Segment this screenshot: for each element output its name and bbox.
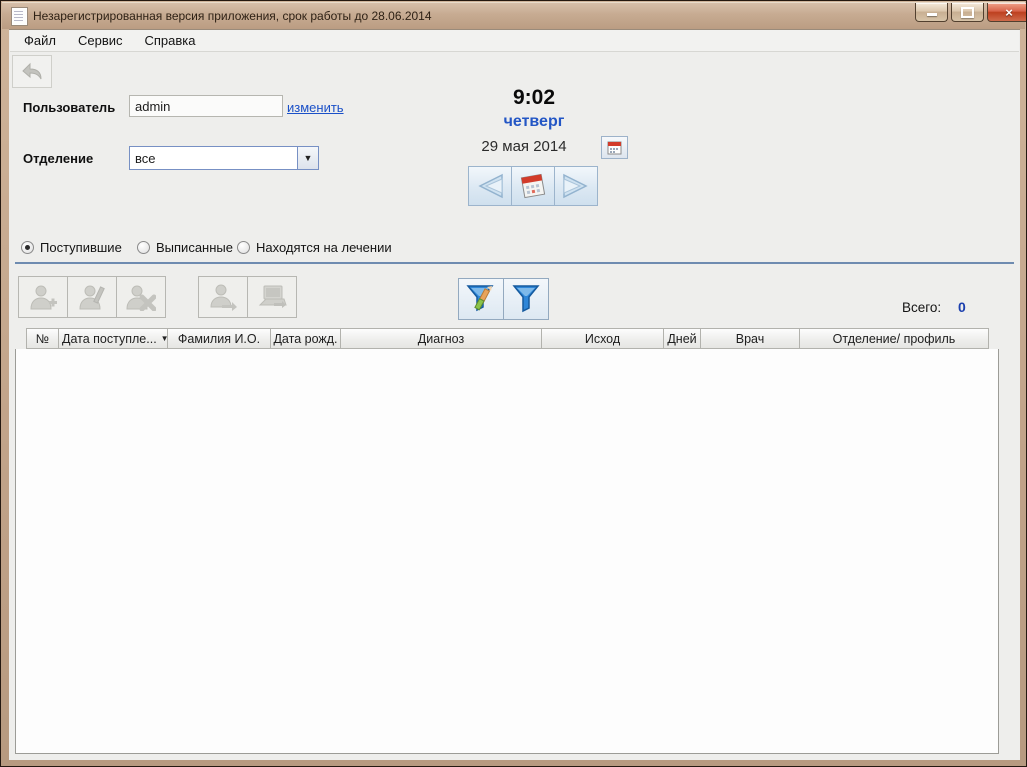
user-label: Пользователь	[23, 100, 116, 115]
maximize-icon	[961, 6, 974, 18]
change-user-link[interactable]: изменить	[287, 100, 344, 115]
date-navigation	[468, 166, 598, 206]
menu-file[interactable]: Файл	[13, 30, 67, 51]
transfer-patient-button[interactable]	[198, 276, 248, 318]
window-title: Незарегистрированная версия приложения, …	[33, 9, 432, 23]
filter-button[interactable]	[503, 278, 549, 320]
patient-actions-group	[18, 276, 166, 318]
clock-weekday: четверг	[503, 113, 565, 130]
arrow-left-icon	[478, 173, 503, 199]
titlebar[interactable]: Незарегистрированная версия приложения, …	[2, 2, 1025, 29]
minimize-button[interactable]	[915, 3, 948, 22]
column-diagnosis[interactable]: Диагноз	[340, 328, 542, 349]
funnel-edit-icon	[466, 285, 494, 312]
total-label: Всего:	[902, 300, 942, 315]
add-patient-button[interactable]	[18, 276, 68, 318]
delete-patient-button[interactable]	[116, 276, 166, 318]
column-birthdate[interactable]: Дата рожд.	[270, 328, 341, 349]
funnel-icon	[512, 285, 540, 313]
edit-patient-button[interactable]	[67, 276, 117, 318]
user-input[interactable]	[129, 95, 283, 117]
column-department[interactable]: Отделение/ профиль	[799, 328, 989, 349]
next-day-button[interactable]	[554, 166, 598, 206]
patient-table-body	[15, 349, 999, 754]
menu-help[interactable]: Справка	[134, 30, 207, 51]
radio-admitted[interactable]: Поступившие	[21, 240, 122, 255]
close-button[interactable]: ×	[987, 3, 1026, 22]
filter-group	[458, 278, 549, 320]
calendar-icon	[520, 173, 546, 199]
column-surname[interactable]: Фамилия И.О.	[167, 328, 271, 349]
column-days[interactable]: Дней	[663, 328, 701, 349]
divider	[15, 262, 1014, 264]
column-doctor[interactable]: Врач	[700, 328, 800, 349]
person-edit-icon	[79, 285, 105, 310]
patient-transfer-group	[198, 276, 297, 318]
radio-icon	[137, 241, 150, 254]
department-value: все	[135, 150, 156, 166]
minimize-icon	[926, 13, 937, 16]
maximize-button[interactable]	[951, 3, 984, 22]
app-window: Незарегистрированная версия приложения, …	[0, 0, 1027, 767]
department-select[interactable]: все ▼	[129, 146, 319, 170]
calendar-small-icon	[607, 141, 622, 155]
person-add-icon	[30, 285, 57, 310]
clock-date: 29 мая 2014	[481, 138, 567, 155]
radio-in-treatment[interactable]: Находятся на лечении	[237, 240, 392, 255]
chevron-down-icon[interactable]: ▼	[297, 147, 318, 169]
radio-icon	[21, 241, 34, 254]
column-outcome[interactable]: Исход	[541, 328, 664, 349]
menu-service[interactable]: Сервис	[67, 30, 134, 51]
radio-icon	[237, 241, 250, 254]
close-icon: ×	[1005, 4, 1013, 20]
laptop-icon	[258, 285, 287, 308]
patient-computer-button[interactable]	[247, 276, 297, 318]
clock-time: 9:02	[512, 86, 556, 109]
previous-day-button[interactable]	[468, 166, 512, 206]
table-header: № Дата поступле... ▼ Фамилия И.О. Дата р…	[26, 328, 989, 349]
today-button[interactable]	[511, 166, 555, 206]
edit-filter-button[interactable]	[458, 278, 504, 320]
column-number[interactable]: №	[26, 328, 59, 349]
total-value: 0	[958, 299, 966, 315]
back-button[interactable]	[12, 55, 52, 88]
person-arrow-icon	[210, 284, 237, 311]
window-controls: ×	[915, 3, 1026, 22]
radio-discharged[interactable]: Выписанные	[137, 240, 233, 255]
department-label: Отделение	[23, 151, 94, 166]
undo-arrow-icon	[22, 62, 42, 79]
app-icon	[11, 7, 28, 26]
arrow-right-icon	[563, 173, 588, 199]
person-delete-icon	[126, 285, 156, 311]
column-admission-date[interactable]: Дата поступле... ▼	[58, 328, 168, 349]
pick-date-button[interactable]	[601, 136, 628, 159]
menu-bar: Файл Сервис Справка	[10, 30, 1019, 52]
